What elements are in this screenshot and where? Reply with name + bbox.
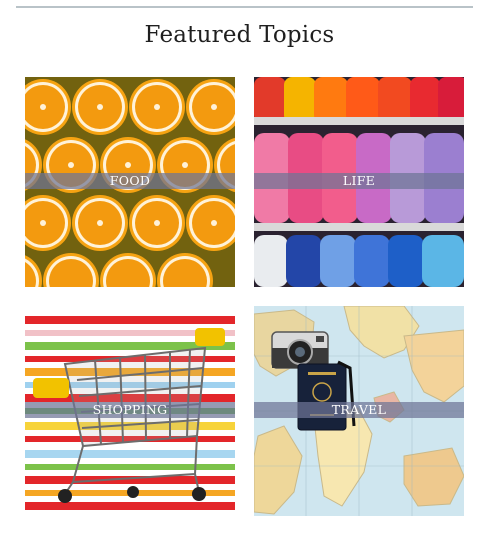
top-divider	[16, 6, 473, 8]
section-title: Featured Topics	[144, 22, 335, 48]
topic-card-travel[interactable]: TRAVEL	[254, 306, 464, 516]
topic-label-food[interactable]: FOOD	[25, 173, 235, 189]
topic-card-food[interactable]: FOOD	[25, 77, 235, 287]
topic-card-shopping[interactable]: SHOPPING	[25, 306, 235, 516]
camera-icon	[271, 331, 329, 369]
topic-label-life[interactable]: LIFE	[254, 173, 464, 189]
topic-label-travel[interactable]: TRAVEL	[254, 402, 464, 418]
passport-icon	[297, 363, 347, 431]
yarn-row-top	[254, 77, 464, 125]
yarn-row-bottom	[254, 235, 464, 287]
featured-topics-grid: FOOD LIFE SHOPPING TRAVEL	[25, 77, 464, 517]
topic-label-shopping[interactable]: SHOPPING	[25, 402, 235, 418]
topic-card-life[interactable]: LIFE	[254, 77, 464, 287]
